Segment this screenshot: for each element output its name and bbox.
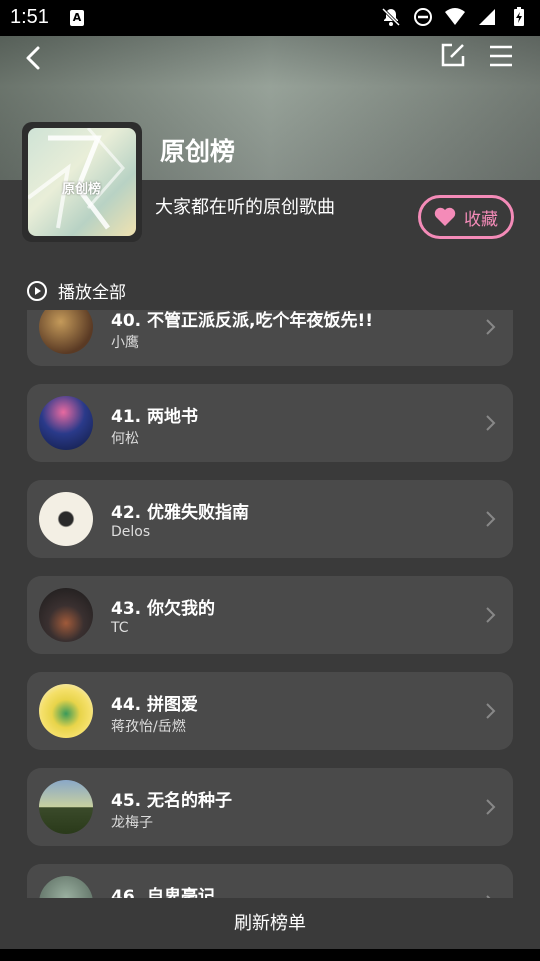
song-artist: Delos [111, 524, 151, 540]
battery-icon [508, 6, 530, 28]
status-icons [380, 6, 530, 28]
song-artist: 蒋孜怡/岳燃 [111, 719, 186, 735]
song-artist: 何松 [111, 431, 139, 447]
chevron-right-icon [486, 703, 496, 719]
heart-icon [434, 207, 456, 226]
menu-button[interactable] [488, 44, 514, 68]
song-title: 43. 你欠我的 [111, 599, 216, 619]
cover-text: 原创榜 [62, 182, 102, 197]
song-list[interactable]: 40. 不管正派反派,吃个年夜饭先!! 小鹰 41. 两地书 何松 42. 优雅… [0, 310, 540, 898]
song-cover [39, 876, 93, 898]
song-title: 40. 不管正派反派,吃个年夜饭先!! [111, 311, 373, 331]
do-not-disturb-icon [412, 6, 434, 28]
playlist-subtitle: 大家都在听的原创歌曲 [155, 197, 335, 218]
song-cover [39, 780, 93, 834]
favorite-label: 收藏 [464, 209, 498, 230]
song-item-41[interactable]: 41. 两地书 何松 [27, 384, 513, 462]
song-title: 46. 自卑毫记 [111, 887, 216, 898]
play-circle-icon [27, 280, 47, 301]
signal-icon [476, 6, 498, 28]
chevron-right-icon [486, 607, 496, 623]
song-cover [39, 492, 93, 546]
chevron-right-icon [486, 415, 496, 431]
song-title: 44. 拼图爱 [111, 695, 199, 715]
playlist-cover[interactable]: 原创榜 [22, 122, 142, 242]
back-button[interactable] [18, 44, 50, 72]
song-title: 41. 两地书 [111, 407, 199, 427]
song-cover [39, 684, 93, 738]
play-all-label: 播放全部 [58, 283, 126, 303]
favorite-button[interactable]: 收藏 [418, 195, 514, 239]
chevron-right-icon [486, 511, 496, 527]
cover-art: 原创榜 [28, 128, 136, 236]
song-artist: 小鹰 [111, 335, 139, 351]
song-item-42[interactable]: 42. 优雅失败指南 Delos [27, 480, 513, 558]
chevron-right-icon [486, 799, 496, 815]
wifi-icon [444, 6, 466, 28]
menu-icon [490, 45, 512, 67]
system-nav-bar [0, 949, 540, 961]
song-item-45[interactable]: 45. 无名的种子 龙梅子 [27, 768, 513, 846]
song-cover [39, 396, 93, 450]
edit-button[interactable] [440, 42, 466, 68]
status-bar: 1:51 A [0, 0, 540, 36]
song-artist: TC [111, 620, 129, 636]
playlist-title: 原创榜 [160, 137, 236, 166]
edit-icon [441, 43, 465, 67]
song-cover [39, 310, 93, 354]
play-all-button[interactable]: 播放全部 [26, 278, 126, 303]
song-item-44[interactable]: 44. 拼图爱 蒋孜怡/岳燃 [27, 672, 513, 750]
song-title: 42. 优雅失败指南 [111, 503, 250, 523]
refresh-button[interactable]: 刷新榜单 [0, 898, 540, 949]
song-title: 45. 无名的种子 [111, 791, 233, 811]
app-notification-icon: A [70, 10, 84, 26]
song-artist: 龙梅子 [111, 815, 153, 831]
chevron-right-icon [486, 319, 496, 335]
song-cover [39, 588, 93, 642]
song-item-43[interactable]: 43. 你欠我的 TC [27, 576, 513, 654]
status-time: 1:51 [10, 6, 49, 28]
notifications-off-icon [380, 6, 402, 28]
back-icon [26, 46, 40, 70]
song-item-46[interactable]: 46. 自卑毫记 [27, 864, 513, 898]
song-item-40[interactable]: 40. 不管正派反派,吃个年夜饭先!! 小鹰 [27, 310, 513, 366]
